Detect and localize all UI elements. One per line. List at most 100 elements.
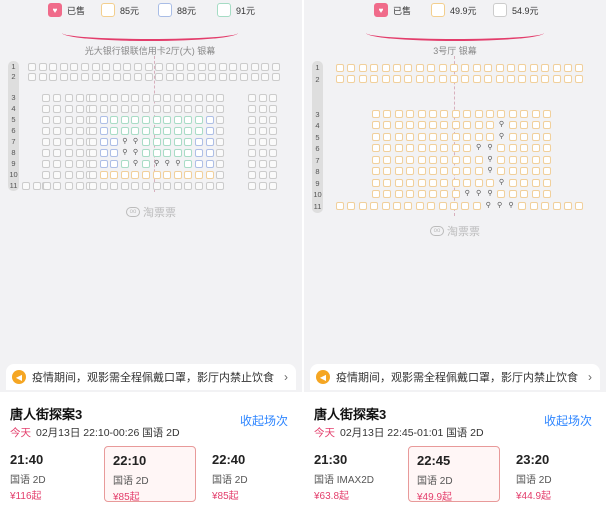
seat[interactable] [564, 64, 572, 72]
seat[interactable] [472, 64, 481, 72]
seat[interactable] [474, 167, 483, 175]
seat[interactable] [575, 64, 584, 72]
seat[interactable] [152, 116, 161, 124]
seat[interactable] [152, 138, 161, 146]
seat[interactable] [486, 179, 494, 187]
seat[interactable] [381, 64, 390, 72]
seat[interactable] [52, 182, 61, 190]
seat[interactable] [142, 94, 150, 102]
seat[interactable] [543, 190, 551, 198]
seat[interactable] [529, 64, 538, 72]
seat[interactable] [463, 121, 472, 129]
seat[interactable] [195, 105, 203, 113]
seat[interactable] [152, 182, 161, 190]
notice-bar[interactable]: ◀ 疫情期间，观影需全程佩戴口罩，影厅内禁止饮食 › [6, 364, 296, 390]
seat[interactable] [218, 73, 227, 81]
seat[interactable] [450, 202, 458, 210]
seat[interactable] [65, 138, 73, 146]
seat[interactable] [42, 94, 50, 102]
seat[interactable] [110, 116, 119, 124]
seat[interactable] [269, 171, 278, 179]
seat[interactable] [205, 127, 214, 135]
seat[interactable] [65, 116, 73, 124]
seat[interactable] [529, 202, 538, 210]
seat[interactable] [370, 75, 379, 83]
seat[interactable] [184, 116, 193, 124]
seat[interactable] [142, 171, 150, 179]
seat[interactable] [438, 202, 447, 210]
seat[interactable] [52, 116, 61, 124]
seat[interactable] [163, 116, 172, 124]
seat[interactable] [497, 144, 506, 152]
seat[interactable] [75, 171, 84, 179]
seat[interactable] [28, 63, 36, 71]
session-card[interactable]: 22:40 国语 2D ¥85起 [204, 446, 296, 502]
seat[interactable] [163, 105, 172, 113]
seat[interactable] [42, 127, 50, 135]
seat[interactable] [99, 149, 108, 157]
seat[interactable] [49, 63, 58, 71]
seat[interactable] [142, 182, 150, 190]
seat[interactable] [438, 75, 447, 83]
seat[interactable] [184, 160, 193, 168]
seat[interactable] [195, 116, 203, 124]
seat[interactable] [429, 156, 437, 164]
seat[interactable] [393, 75, 401, 83]
seat[interactable] [99, 105, 108, 113]
seat[interactable] [381, 75, 390, 83]
seat[interactable] [52, 149, 61, 157]
seat[interactable] [248, 138, 256, 146]
seat[interactable] [142, 160, 150, 168]
seat[interactable] [440, 144, 449, 152]
seat[interactable] [258, 149, 267, 157]
seat[interactable] [208, 63, 217, 71]
seat[interactable] [99, 160, 108, 168]
seat[interactable] [89, 127, 97, 135]
seat[interactable] [518, 75, 527, 83]
seat[interactable] [184, 182, 193, 190]
seat[interactable] [440, 179, 449, 187]
seat[interactable] [248, 105, 256, 113]
seat[interactable] [474, 179, 483, 187]
seat[interactable] [120, 94, 129, 102]
seat[interactable] [336, 202, 344, 210]
seat[interactable] [205, 182, 214, 190]
seat[interactable] [347, 64, 356, 72]
seat[interactable] [497, 110, 506, 118]
seat[interactable] [173, 127, 182, 135]
session-card[interactable]: 21:30 国语 IMAX2D ¥63.8起 [306, 446, 398, 502]
seat[interactable] [575, 75, 584, 83]
seat[interactable] [250, 73, 259, 81]
seat[interactable] [417, 190, 426, 198]
seat[interactable] [381, 202, 390, 210]
seat[interactable] [229, 73, 238, 81]
seat[interactable] [383, 190, 392, 198]
seat[interactable] [541, 202, 550, 210]
seat[interactable] [508, 110, 517, 118]
seat[interactable] [474, 121, 483, 129]
seat[interactable] [131, 94, 140, 102]
seat[interactable] [440, 133, 449, 141]
seat[interactable] [552, 64, 561, 72]
seat[interactable] [43, 182, 52, 190]
seat[interactable] [393, 64, 401, 72]
seat[interactable] [59, 63, 68, 71]
seat[interactable] [184, 149, 193, 157]
seat[interactable] [518, 64, 527, 72]
seat[interactable] [269, 94, 278, 102]
seat[interactable] [75, 127, 84, 135]
seat[interactable] [184, 94, 193, 102]
notice-bar[interactable]: ◀ 疫情期间，观影需全程佩戴口罩，影厅内禁止饮食 › [310, 364, 600, 390]
seat[interactable] [552, 202, 561, 210]
seat[interactable] [495, 75, 504, 83]
seat[interactable] [543, 179, 551, 187]
seat[interactable] [508, 144, 517, 152]
seat[interactable] [261, 63, 270, 71]
seat[interactable] [99, 138, 108, 146]
seat[interactable] [65, 182, 73, 190]
seat[interactable] [415, 75, 424, 83]
seat[interactable] [474, 110, 483, 118]
seat[interactable] [451, 121, 460, 129]
seat[interactable] [427, 202, 436, 210]
seat[interactable] [531, 144, 540, 152]
